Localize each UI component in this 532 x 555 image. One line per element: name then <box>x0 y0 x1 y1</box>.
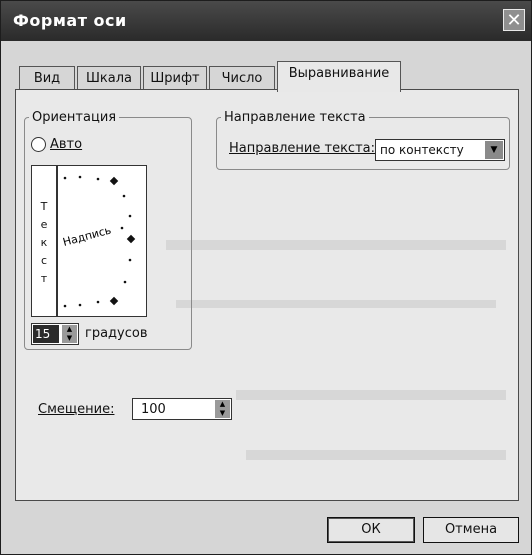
orientation-legend: Ориентация <box>32 110 117 125</box>
scan-noise <box>176 300 496 308</box>
dial-dot <box>128 214 132 218</box>
scan-noise <box>246 450 506 460</box>
format-axis-dialog: Формат оси ✕ Вид Шкала Шрифт Число Вырав… <box>0 0 532 555</box>
dial-dot <box>128 258 132 262</box>
vertical-char: е <box>40 218 48 231</box>
dial-dot <box>78 303 82 307</box>
offset-input[interactable]: 100 <box>141 402 166 417</box>
degrees-input[interactable]: 15 <box>33 325 59 343</box>
vertical-text-preview[interactable]: Т е к с т <box>31 165 57 317</box>
vertical-char: т <box>40 272 48 285</box>
dialog-title: Формат оси <box>13 11 127 30</box>
tab-alignment[interactable]: Выравнивание <box>277 61 401 92</box>
dial-dot <box>78 175 82 179</box>
dialog-body: Вид Шкала Шрифт Число Выравнивание Ориен… <box>1 41 531 554</box>
dial-dot <box>120 226 124 230</box>
tab-font[interactable]: Шрифт <box>143 66 207 90</box>
offset-spinner[interactable]: 100 ▲ ▼ <box>132 398 232 420</box>
chevron-down-icon[interactable]: ▼ <box>485 141 503 159</box>
auto-radio[interactable]: Авто <box>31 137 82 152</box>
dial-dot <box>96 300 100 304</box>
dial-dot <box>123 280 127 284</box>
auto-label: Авто <box>50 137 83 152</box>
text-direction-label: Направление текста: <box>229 141 375 156</box>
dial-dot <box>122 194 126 198</box>
ok-button[interactable]: ОК <box>327 517 415 543</box>
tab-number[interactable]: Число <box>209 66 275 90</box>
vertical-char: к <box>40 236 48 249</box>
offset-label: Смещение: <box>38 402 115 417</box>
vertical-char: с <box>40 254 48 267</box>
spin-down-icon[interactable]: ▼ <box>215 409 230 418</box>
spin-down-icon[interactable]: ▼ <box>62 334 77 343</box>
dial-dot <box>63 304 67 308</box>
spin-up-icon[interactable]: ▲ <box>62 325 77 334</box>
degrees-spinner[interactable]: 15 ▲ ▼ <box>31 323 79 345</box>
cancel-button[interactable]: Отмена <box>423 517 519 543</box>
dial-diamond <box>109 176 119 186</box>
dial-diamond <box>109 296 119 306</box>
dial-dot <box>96 177 100 181</box>
scan-noise <box>166 240 506 250</box>
dial-diamond <box>126 234 136 244</box>
text-direction-select[interactable]: по контексту ▼ <box>375 139 505 161</box>
radio-icon[interactable] <box>31 137 46 152</box>
vertical-char: Т <box>40 200 48 213</box>
scan-noise <box>236 390 506 400</box>
tab-view[interactable]: Вид <box>19 66 75 90</box>
dial-svg: Надпись <box>61 175 136 308</box>
orientation-group: Ориентация Авто Т е к с т Надпись 15 ▲ ▼… <box>24 110 192 350</box>
degrees-label: градусов <box>85 326 148 341</box>
title-bar[interactable]: Формат оси ✕ <box>1 1 531 41</box>
orientation-dial[interactable]: Надпись <box>57 165 147 317</box>
text-direction-group: Направление текста Направление текста: п… <box>216 110 510 170</box>
text-direction-legend: Направление текста <box>224 110 366 125</box>
alignment-panel: Ориентация Авто Т е к с т Надпись 15 ▲ ▼… <box>15 89 519 501</box>
dial-dot <box>63 176 67 180</box>
close-button[interactable]: ✕ <box>503 9 525 31</box>
spin-up-icon[interactable]: ▲ <box>215 400 230 409</box>
close-icon: ✕ <box>506 10 522 31</box>
tab-scale[interactable]: Шкала <box>77 66 141 90</box>
dial-label: Надпись <box>61 224 112 249</box>
text-direction-value: по контексту <box>380 143 464 157</box>
